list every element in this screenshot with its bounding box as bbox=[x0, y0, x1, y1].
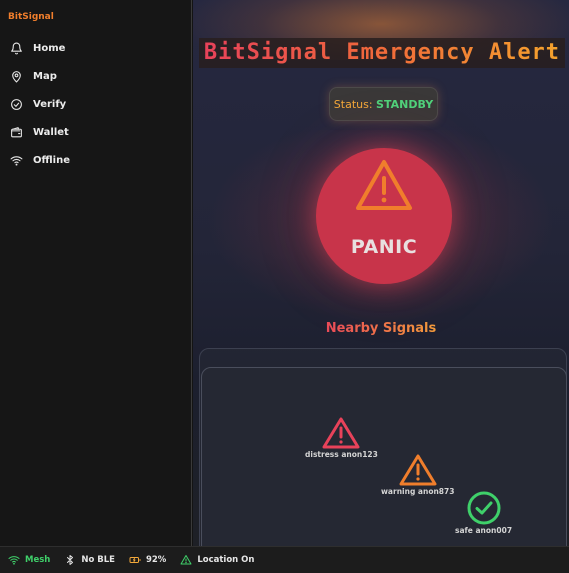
location-status[interactable]: Location On bbox=[180, 554, 254, 566]
panic-button[interactable]: PANIC bbox=[316, 148, 452, 284]
warning-triangle-icon bbox=[356, 160, 412, 210]
sidebar-item-label: Wallet bbox=[33, 126, 69, 138]
signal-label: safe anon007 bbox=[455, 526, 513, 535]
sidebar-item-label: Verify bbox=[33, 98, 67, 110]
warning-triangle-icon bbox=[322, 417, 360, 449]
battery-charging-icon bbox=[129, 557, 141, 563]
sidebar: BitSignal Home Map Verify Wallet Offline bbox=[0, 0, 192, 546]
ble-label: No BLE bbox=[81, 555, 115, 565]
nearby-signals-title-text: Nearby Signals bbox=[325, 321, 437, 336]
wallet-icon bbox=[11, 126, 22, 137]
panic-label: PANIC bbox=[350, 236, 418, 258]
map-pin-icon bbox=[12, 70, 21, 82]
sidebar-item-offline[interactable]: Offline bbox=[0, 146, 191, 174]
signal-distress[interactable]: distress anon123 bbox=[305, 417, 378, 459]
sidebar-item-map[interactable]: Map bbox=[0, 62, 191, 90]
sidebar-nav: Home Map Verify Wallet Offline bbox=[0, 34, 191, 174]
nearby-signals-title: Nearby Signals bbox=[193, 321, 569, 336]
bluetooth-icon bbox=[67, 555, 74, 565]
sidebar-item-label: Offline bbox=[33, 154, 70, 166]
location-label: Location On bbox=[197, 555, 255, 565]
wifi-icon bbox=[8, 556, 20, 565]
warning-triangle-icon bbox=[399, 454, 437, 486]
signal-label: warning anon873 bbox=[381, 487, 455, 496]
signal-safe[interactable]: safe anon007 bbox=[455, 491, 512, 535]
battery-status: 92% bbox=[129, 554, 166, 566]
mesh-status[interactable]: Mesh bbox=[8, 554, 50, 566]
sidebar-item-wallet[interactable]: Wallet bbox=[0, 118, 191, 146]
status-value: STANDBY bbox=[376, 98, 434, 111]
sidebar-item-label: Home bbox=[33, 42, 66, 54]
battery-label: 92% bbox=[145, 555, 167, 565]
brand-title: BitSignal bbox=[8, 12, 54, 22]
main-panel: BitSignal Emergency Alert Status: STANDB… bbox=[193, 0, 569, 546]
location-triangle-icon bbox=[180, 555, 192, 565]
ble-status[interactable]: No BLE bbox=[64, 554, 115, 566]
signal-warning[interactable]: warning anon873 bbox=[381, 454, 454, 496]
status-bar: Mesh No BLE 92% Location On bbox=[0, 546, 569, 573]
signal-label: distress anon123 bbox=[305, 450, 378, 459]
check-circle-icon bbox=[11, 98, 22, 110]
status-badge: Status: STANDBY bbox=[329, 87, 438, 121]
status-label: Status: bbox=[333, 98, 373, 111]
sidebar-item-label: Map bbox=[33, 70, 57, 82]
bell-icon bbox=[11, 42, 22, 54]
page-title-text: BitSignal Emergency Alert bbox=[203, 40, 561, 65]
page-title: BitSignal Emergency Alert bbox=[199, 38, 565, 68]
check-circle-icon bbox=[467, 491, 501, 525]
mesh-label: Mesh bbox=[25, 555, 51, 565]
sidebar-item-verify[interactable]: Verify bbox=[0, 90, 191, 118]
sidebar-item-home[interactable]: Home bbox=[0, 34, 191, 62]
wifi-icon bbox=[10, 155, 23, 166]
